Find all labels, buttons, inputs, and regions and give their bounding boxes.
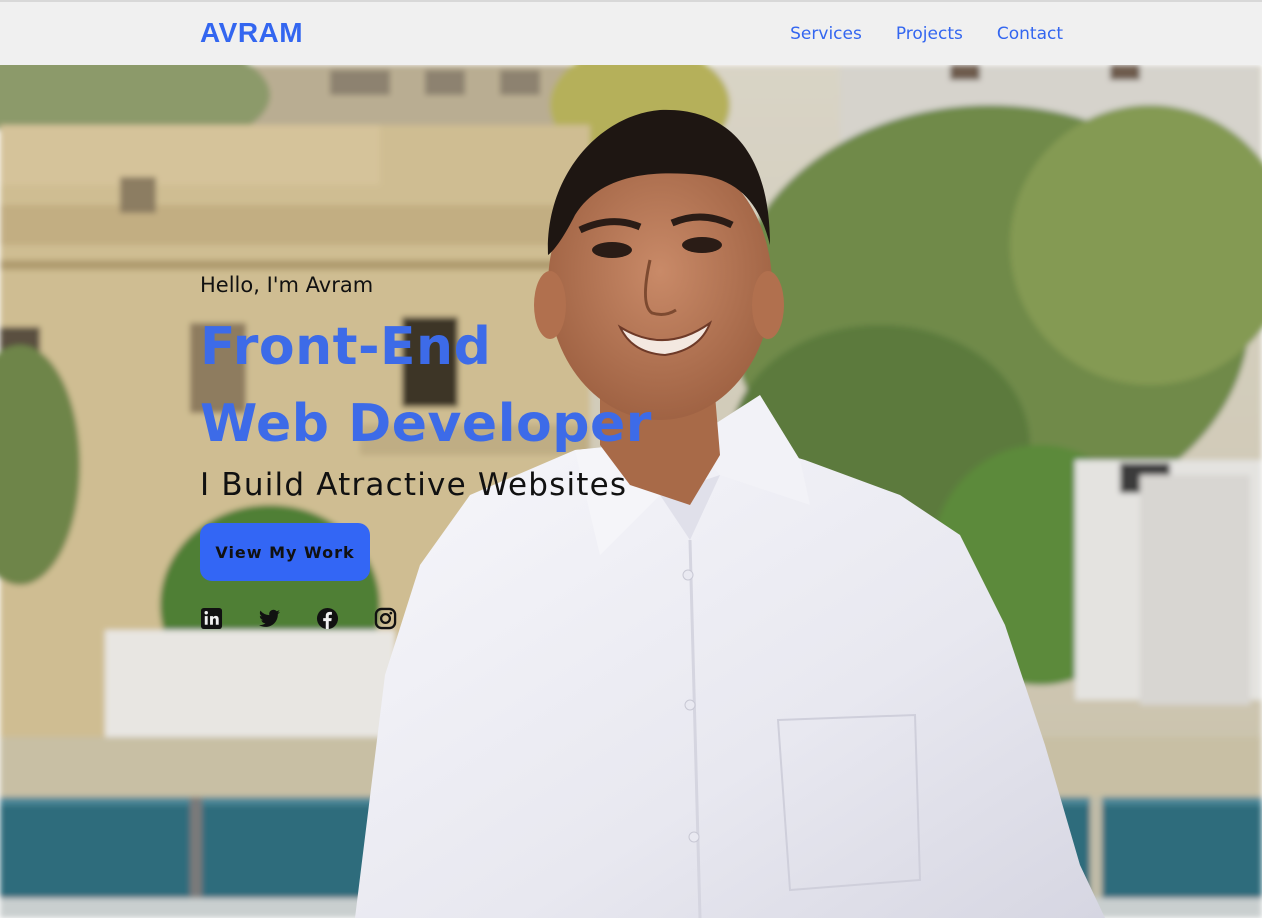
- nav-link-contact[interactable]: Contact: [997, 24, 1063, 44]
- facebook-icon[interactable]: [316, 607, 339, 630]
- navbar: AVRAM Services Projects Contact: [0, 0, 1262, 65]
- hero-tagline: I Build Atractive Websites: [200, 467, 628, 503]
- view-my-work-button[interactable]: View My Work: [200, 523, 370, 581]
- hero-section: Hello, I'm Avram Front-End Web Developer…: [0, 65, 1262, 918]
- hero-title-line2: Web Developer: [200, 394, 652, 454]
- nav-link-services[interactable]: Services: [790, 24, 862, 44]
- instagram-icon[interactable]: [374, 607, 397, 630]
- logo[interactable]: AVRAM: [200, 17, 303, 49]
- greeting-text: Hello, I'm Avram: [200, 273, 374, 297]
- nav-links: Services Projects Contact: [790, 24, 1063, 44]
- social-links: [200, 607, 652, 630]
- hero-content: Hello, I'm Avram Front-End Web Developer…: [200, 273, 652, 630]
- hero-title-line1: Front-End: [200, 317, 492, 377]
- nav-link-projects[interactable]: Projects: [896, 24, 963, 44]
- linkedin-icon[interactable]: [200, 607, 223, 630]
- twitter-icon[interactable]: [258, 607, 281, 630]
- hero-title: Front-End Web Developer: [200, 309, 652, 463]
